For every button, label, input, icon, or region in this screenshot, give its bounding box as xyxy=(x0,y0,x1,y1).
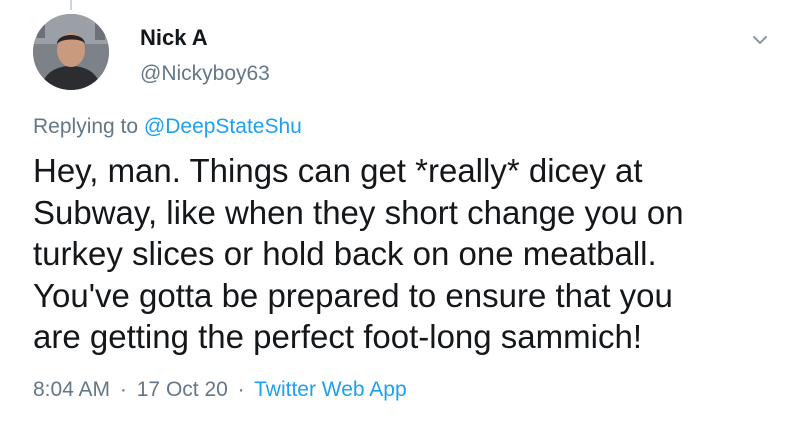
tweet-menu-button[interactable] xyxy=(750,30,770,50)
avatar[interactable] xyxy=(33,14,109,90)
meta-separator: · xyxy=(119,378,127,401)
meta-separator: · xyxy=(237,378,245,401)
thread-connector-line xyxy=(70,0,72,10)
replying-mention-link[interactable]: @DeepStateShu xyxy=(144,115,302,138)
replying-to: Replying to @DeepStateShu xyxy=(33,113,302,141)
tweet-text: Hey, man. Things can get *really* dicey … xyxy=(33,150,783,358)
tweet-text-line: Hey, man. Things can get *really* dicey … xyxy=(33,152,643,189)
profile-photo-icon xyxy=(33,14,109,90)
tweet-text-line: You've gotta be prepared to ensure that … xyxy=(33,276,673,314)
tweet-meta: 8:04 AM · 17 Oct 20 · Twitter Web App xyxy=(33,376,407,404)
replying-prefix: Replying to xyxy=(33,115,139,138)
tweet-text-line: turkey slices or hold back on one meatba… xyxy=(33,235,657,272)
tweet-source-link[interactable]: Twitter Web App xyxy=(254,378,407,401)
tweet-time[interactable]: 8:04 AM xyxy=(33,378,110,401)
chevron-down-icon xyxy=(753,36,767,44)
tweet-text-line: are getting the perfect foot-long sammic… xyxy=(33,318,642,355)
tweet-text-line: Subway, like when they short change you … xyxy=(33,193,684,231)
author-display-name[interactable]: Nick A xyxy=(140,24,208,52)
author-handle[interactable]: @Nickyboy63 xyxy=(140,60,270,88)
tweet-date[interactable]: 17 Oct 20 xyxy=(137,378,228,401)
